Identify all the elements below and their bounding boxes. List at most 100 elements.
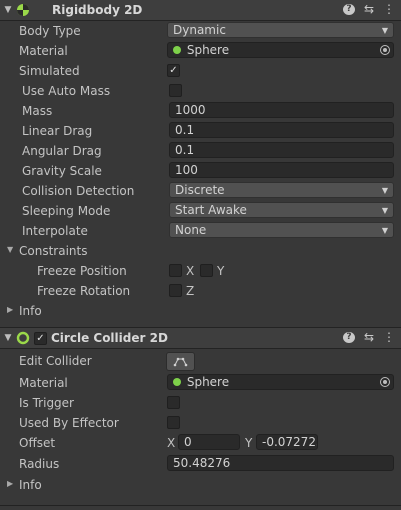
offset-label: Offset [19, 436, 56, 450]
material-value: Sphere [186, 375, 230, 389]
sleeping-mode-value: Start Awake [175, 203, 247, 217]
sleeping-mode-label: Sleeping Mode [22, 204, 111, 218]
offset-x-label[interactable]: X [167, 436, 175, 450]
object-picker-icon[interactable] [380, 45, 390, 55]
presets-icon[interactable]: ⇆ [363, 2, 375, 16]
sleeping-mode-dropdown[interactable]: Start Awake ▼ [169, 202, 394, 218]
presets-icon[interactable]: ⇆ [363, 330, 375, 344]
edit-collider-button[interactable] [166, 352, 195, 371]
context-menu-icon[interactable]: ⋮ [383, 330, 395, 344]
dropdown-arrow-icon: ▼ [381, 186, 388, 195]
freeze-rotation-label: Freeze Rotation [37, 284, 131, 298]
freeze-rotation-z-checkbox[interactable] [169, 284, 182, 297]
used-by-effector-row: Used By Effector [0, 413, 401, 433]
linear-drag-row: Linear Drag 0.1 [0, 121, 401, 141]
foldout-arrow-icon[interactable]: ▼ [0, 333, 16, 343]
collider-enabled-checkbox[interactable]: ✓ [34, 331, 47, 345]
radius-label: Radius [19, 457, 60, 471]
help-icon[interactable]: ? [343, 331, 355, 343]
help-icon[interactable]: ? [343, 3, 355, 15]
used-by-effector-label: Used By Effector [19, 416, 119, 430]
simulated-row: Simulated ✓ [0, 61, 401, 81]
edit-collider-row: Edit Collider [0, 349, 401, 373]
gravity-scale-label: Gravity Scale [22, 164, 102, 178]
mass-label: Mass [22, 104, 53, 118]
interpolate-value: None [175, 223, 207, 237]
collision-detection-label: Collision Detection [22, 184, 135, 198]
body-type-label: Body Type [19, 24, 81, 38]
material-object-field[interactable]: Sphere [167, 42, 394, 58]
radius-input[interactable]: 50.48276 [167, 455, 394, 471]
is-trigger-checkbox[interactable] [167, 396, 180, 409]
collision-detection-value: Discrete [175, 183, 225, 197]
use-auto-mass-row: Use Auto Mass [0, 81, 401, 101]
collider-material-object-field[interactable]: Sphere [167, 374, 394, 390]
simulated-checkbox[interactable]: ✓ [167, 64, 180, 77]
freeze-position-x-checkbox[interactable] [169, 264, 182, 277]
sleeping-mode-row: Sleeping Mode Start Awake ▼ [0, 201, 401, 221]
linear-drag-label: Linear Drag [22, 124, 93, 138]
offset-x-input[interactable]: 0 [178, 434, 240, 450]
radius-row: Radius 50.48276 [0, 453, 401, 475]
collider-info-foldout[interactable]: ▶ Info [0, 475, 401, 495]
is-trigger-row: Is Trigger [0, 393, 401, 413]
use-auto-mass-checkbox[interactable] [169, 84, 182, 97]
z-label: Z [186, 284, 195, 298]
mass-row: Mass 1000 [0, 101, 401, 121]
foldout-closed-icon[interactable]: ▶ [7, 479, 13, 488]
component-title: Circle Collider 2D [51, 331, 168, 345]
material-value: Sphere [186, 43, 230, 57]
body-type-row: Body Type Dynamic ▼ [0, 21, 401, 41]
info-foldout[interactable]: ▶ Info [0, 301, 401, 321]
y-label: Y [217, 264, 225, 278]
gravity-scale-input[interactable]: 100 [169, 162, 394, 178]
material-label: Material [19, 44, 68, 58]
offset-row: Offset X 0 Y -0.072723 [0, 433, 401, 453]
body-type-dropdown[interactable]: Dynamic ▼ [167, 22, 394, 38]
simulated-label: Simulated [19, 64, 80, 78]
foldout-closed-icon[interactable]: ▶ [7, 305, 13, 314]
circle-collider2d-header[interactable]: ▼ ✓ Circle Collider 2D ? ⇆ ⋮ [0, 327, 401, 349]
used-by-effector-checkbox[interactable] [167, 416, 180, 429]
freeze-rotation-row: Freeze Rotation Z [0, 281, 401, 301]
foldout-arrow-icon[interactable]: ▼ [0, 5, 16, 15]
foldout-open-icon[interactable]: ▼ [7, 245, 13, 254]
interpolate-dropdown[interactable]: None ▼ [169, 222, 394, 238]
dropdown-arrow-icon: ▼ [381, 226, 388, 235]
linear-drag-input[interactable]: 0.1 [169, 122, 394, 138]
freeze-position-y-checkbox[interactable] [200, 264, 213, 277]
context-menu-icon[interactable]: ⋮ [383, 2, 395, 16]
dropdown-arrow-icon: ▼ [381, 26, 388, 35]
edit-collider-icon [173, 357, 188, 367]
offset-y-label[interactable]: Y [245, 436, 252, 450]
is-trigger-label: Is Trigger [19, 396, 74, 410]
offset-y-input[interactable]: -0.072723 [256, 434, 318, 450]
constraints-foldout[interactable]: ▼ Constraints [0, 241, 401, 261]
collider-material-row: Material Sphere [0, 373, 401, 393]
interpolate-row: Interpolate None ▼ [0, 221, 401, 241]
rigidbody2d-icon [16, 3, 30, 17]
freeze-position-row: Freeze Position X Y [0, 261, 401, 281]
physics-material-icon [173, 378, 181, 386]
component-title: Rigidbody 2D [52, 3, 143, 17]
object-picker-icon[interactable] [380, 377, 390, 387]
rigidbody2d-header[interactable]: ▼ Rigidbody 2D ? ⇆ ⋮ [0, 0, 401, 21]
angular-drag-row: Angular Drag 0.1 [0, 141, 401, 161]
info-label: Info [19, 478, 42, 492]
material-label: Material [19, 376, 68, 390]
edit-collider-label: Edit Collider [19, 354, 92, 368]
collision-detection-row: Collision Detection Discrete ▼ [0, 181, 401, 201]
gravity-scale-row: Gravity Scale 100 [0, 161, 401, 181]
use-auto-mass-label: Use Auto Mass [22, 84, 111, 98]
collision-detection-dropdown[interactable]: Discrete ▼ [169, 182, 394, 198]
mass-input[interactable]: 1000 [169, 102, 394, 118]
material-row: Material Sphere [0, 41, 401, 61]
dropdown-arrow-icon: ▼ [381, 206, 388, 215]
freeze-position-label: Freeze Position [37, 264, 127, 278]
interpolate-label: Interpolate [22, 224, 88, 238]
constraints-label: Constraints [19, 244, 88, 258]
angular-drag-input[interactable]: 0.1 [169, 142, 394, 158]
info-label: Info [19, 304, 42, 318]
circle-collider-icon [16, 331, 30, 345]
angular-drag-label: Angular Drag [22, 144, 102, 158]
